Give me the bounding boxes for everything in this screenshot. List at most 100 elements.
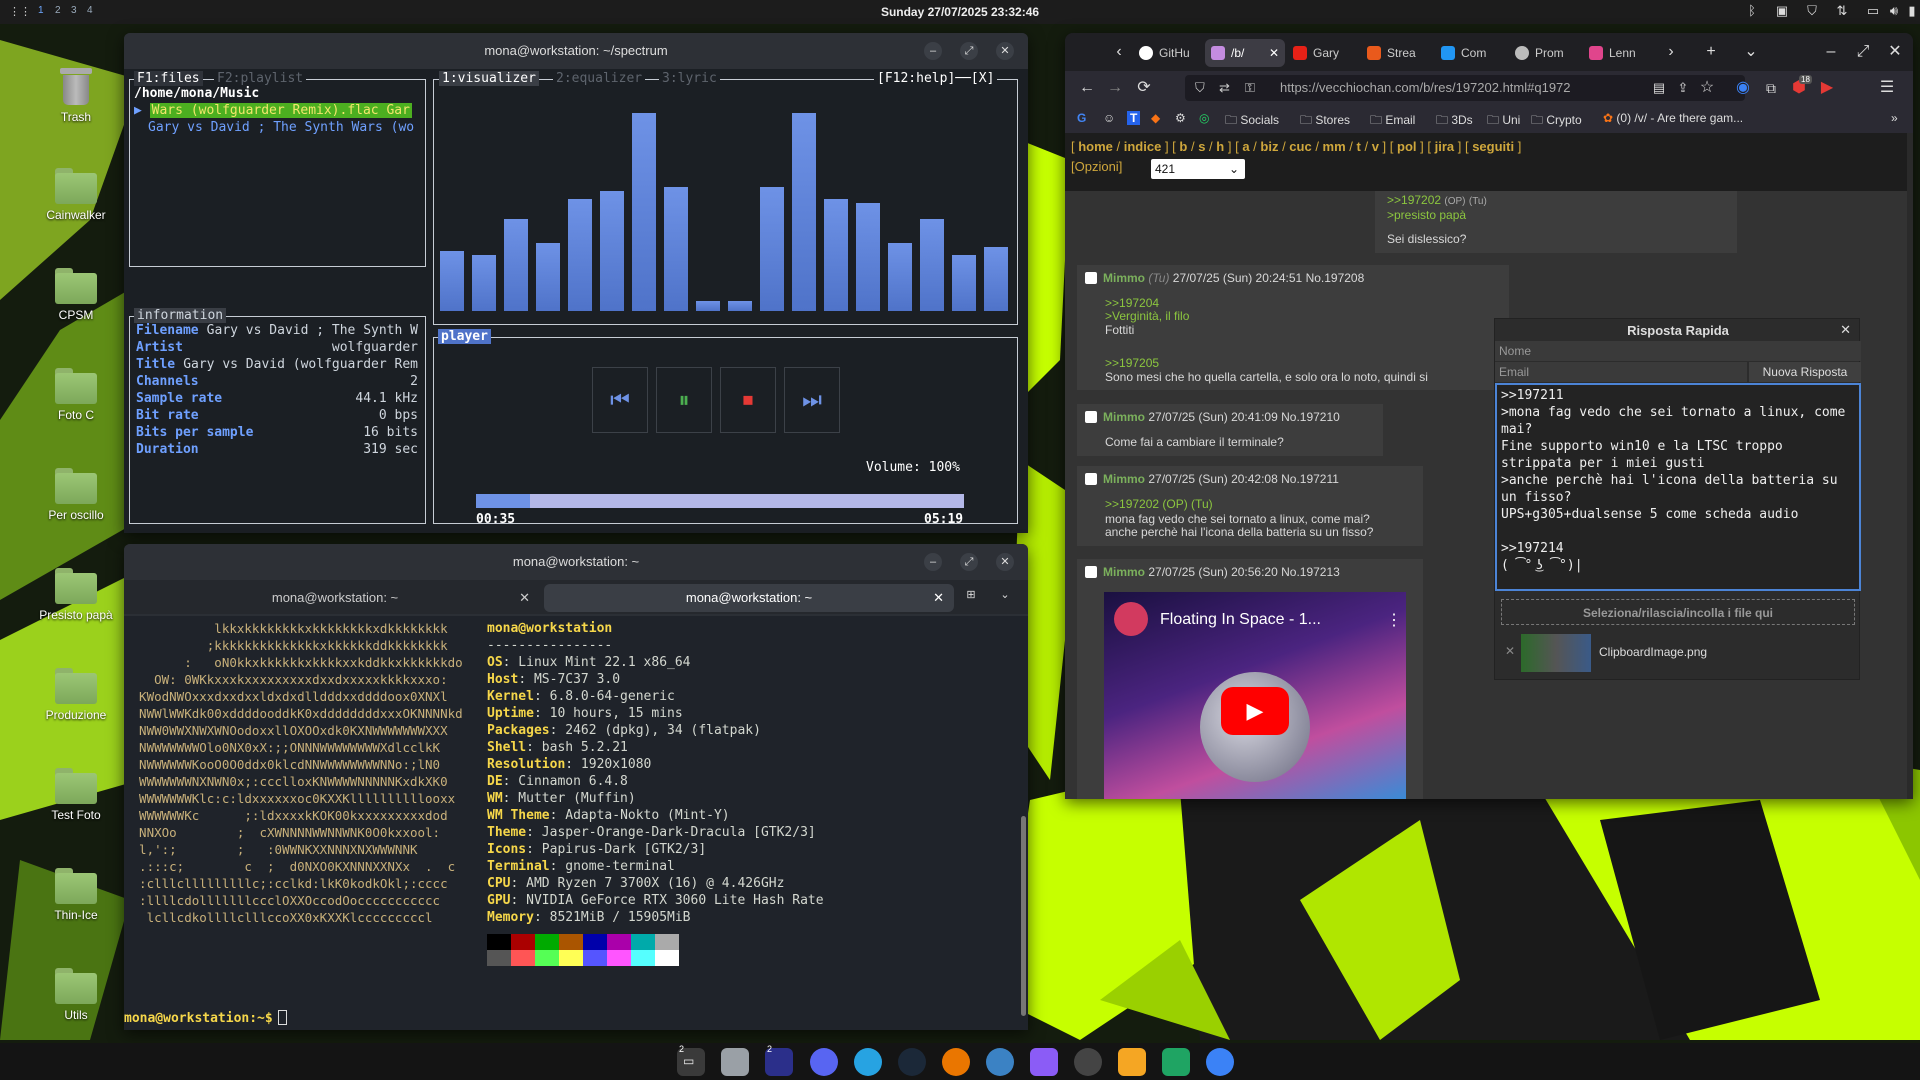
submit-button[interactable]: Nuova Risposta <box>1749 362 1861 382</box>
more-options-icon[interactable]: ⋮ <box>1386 610 1402 630</box>
post-checkbox[interactable] <box>1085 411 1097 423</box>
desktop-icon-folder[interactable]: CPSM <box>30 268 122 322</box>
previous-button[interactable]: ⏮ <box>592 367 648 433</box>
browser-tab[interactable]: GitHu <box>1133 39 1201 67</box>
google-icon[interactable]: G <box>1077 111 1086 125</box>
desktop-icon-folder[interactable]: Per oscillo <box>30 468 122 522</box>
desktop-icon-folder[interactable]: Produzione <box>30 668 122 722</box>
menu-icon[interactable]: ☰ <box>1877 78 1897 98</box>
spectrum-launcher-icon[interactable]: 2 <box>765 1044 793 1076</box>
restore-icon[interactable]: ⤢ <box>1853 42 1873 62</box>
steam-icon[interactable] <box>898 1048 926 1076</box>
telegram-icon[interactable] <box>854 1048 882 1076</box>
bluetooth-icon[interactable]: ᛒ <box>1744 3 1760 19</box>
spreadsheet-icon[interactable] <box>1162 1048 1190 1076</box>
browser-tab[interactable]: Lenn <box>1583 39 1653 67</box>
next-button[interactable]: ⏭ <box>784 367 840 433</box>
terminal-tab[interactable]: mona@workstation: ~ ✕ <box>130 584 540 612</box>
extensions-icon[interactable]: ⧉ <box>1761 78 1781 98</box>
file-item[interactable]: Gary vs David ; The Synth Wars (wo <box>148 120 424 135</box>
board-link[interactable]: a <box>1242 139 1249 154</box>
clock[interactable]: Sunday 27/07/2025 23:32:46 <box>0 5 1920 19</box>
board-link[interactable]: cuc <box>1289 139 1311 154</box>
help-hint[interactable]: [F12:help]──[X] <box>874 71 998 86</box>
board-link[interactable]: mm <box>1323 139 1346 154</box>
name-field[interactable]: Nome <box>1495 341 1861 361</box>
tab-menu-button[interactable]: ⌄ <box>996 586 1014 604</box>
board-link[interactable]: indice <box>1124 139 1162 154</box>
desktop-icon-folder[interactable]: Test Foto <box>30 768 122 822</box>
post-checkbox[interactable] <box>1085 473 1097 485</box>
desktop-icon-folder[interactable]: Foto C <box>30 368 122 422</box>
page-scrollbar[interactable] <box>1907 133 1913 799</box>
video-embed[interactable]: Floating In Space - 1... ⋮ ▶ <box>1104 592 1406 799</box>
play-button[interactable]: ▶ <box>1221 687 1289 735</box>
terminal-launcher-icon[interactable]: 2 ▭ <box>677 1044 705 1076</box>
close-button[interactable]: ✕ <box>996 42 1014 60</box>
desktop-icon-trash[interactable]: Trash <box>30 66 122 124</box>
t-icon[interactable]: T <box>1127 111 1141 125</box>
close-icon[interactable]: ✕ <box>1840 322 1851 338</box>
scrollbar[interactable] <box>1021 816 1026 1016</box>
browser-tab-active[interactable]: /b/ ✕ <box>1205 39 1285 67</box>
tab-files[interactable]: F1:files <box>134 71 203 86</box>
close-window-icon[interactable]: ✕ <box>1885 42 1905 62</box>
bookmark-folder-stores[interactable]: 🗀︎ Stores <box>1300 111 1350 132</box>
pause-button[interactable]: ⏸ <box>656 367 712 433</box>
save-icon[interactable] <box>1030 1048 1058 1076</box>
post-quote[interactable]: >>197202 (OP) (Tu) <box>1105 497 1213 511</box>
clipboard-icon[interactable]: ▣ <box>1774 3 1790 19</box>
board-link[interactable]: biz <box>1260 139 1278 154</box>
post-quote[interactable]: >>197204 <box>1105 296 1159 310</box>
close-tab-icon[interactable]: ✕ <box>933 584 944 612</box>
back-icon[interactable]: ← <box>1077 78 1097 98</box>
maximize-button[interactable]: ⤢ <box>960 42 978 60</box>
page-select[interactable]: 421 ⌄ <box>1151 159 1245 179</box>
minimize-icon[interactable]: – <box>1821 42 1841 62</box>
email-field[interactable]: Email <box>1495 362 1747 382</box>
battery-icon[interactable]: ▮ <box>1906 3 1918 19</box>
new-tab-icon[interactable]: + <box>1701 42 1721 62</box>
tab-playlist[interactable]: F2:playlist <box>214 71 307 86</box>
new-tab-button[interactable]: ⊞ <box>962 586 980 604</box>
tab-equalizer[interactable]: 2:equalizer <box>553 71 646 86</box>
attachment-item[interactable]: ✕ ClipboardImage.png <box>1501 631 1855 675</box>
progress-track[interactable] <box>476 494 964 508</box>
bookmark-folder-3ds[interactable]: 🗀︎ 3Ds <box>1436 111 1473 132</box>
board-link[interactable]: pol <box>1397 139 1417 154</box>
minimize-button[interactable]: – <box>924 553 942 571</box>
post-checkbox[interactable] <box>1085 566 1097 578</box>
blender-icon[interactable] <box>942 1048 970 1076</box>
reader-icon[interactable]: ▤ <box>1649 78 1669 98</box>
share-icon[interactable]: ⇪ <box>1673 78 1693 98</box>
desktop-icon-folder[interactable]: Presisto papà <box>30 568 122 622</box>
file-item-selected[interactable]: ▶ Wars (wolfguarder Remix).flac Gar <box>134 103 424 120</box>
bookmark-folder-uni[interactable]: 🗀︎ Uni <box>1487 111 1520 132</box>
bookmark-folder-crypto[interactable]: 🗀︎ Crypto <box>1531 111 1582 132</box>
close-button[interactable]: ✕ <box>996 553 1014 571</box>
desktop-icon-folder[interactable]: Thin-Ice <box>30 868 122 922</box>
post-checkbox[interactable] <box>1085 272 1097 284</box>
stop-button[interactable]: ⏹ <box>720 367 776 433</box>
youtube-ext-icon[interactable]: ▶ <box>1817 78 1837 98</box>
close-tab-icon[interactable]: ✕ <box>519 584 530 612</box>
volume-level[interactable]: Volume: 100% <box>866 460 960 475</box>
board-link[interactable]: v <box>1372 139 1379 154</box>
terminal-tab-active[interactable]: mona@workstation: ~ ✕ <box>544 584 954 612</box>
shield-icon[interactable]: ⛉ <box>1804 3 1820 19</box>
desktop-icon-folder[interactable]: Cainwalker <box>30 168 122 222</box>
post-backlink[interactable]: >>197202 (OP) (Tu) <box>1387 193 1487 207</box>
tab-lyric[interactable]: 3:lyric <box>659 71 720 86</box>
window-titlebar[interactable]: mona@workstation: ~ – ⤢ ✕ <box>124 544 1028 580</box>
volume-icon[interactable]: 🔊︎ <box>1886 3 1902 19</box>
bookmark-folder-socials[interactable]: 🗀︎ Socials <box>1225 111 1279 132</box>
maximize-button[interactable]: ⤢ <box>960 553 978 571</box>
terminal-output[interactable]: lkkxkkkkkkkkxkkkkkkkkxdkkkkkkkk ;kkkkkkk… <box>124 616 1028 1030</box>
display-icon[interactable]: ▭ <box>1865 3 1881 19</box>
browser-tab[interactable]: Strea <box>1361 39 1431 67</box>
whatsapp-icon[interactable]: ◎ <box>1199 111 1209 125</box>
remove-attachment-icon[interactable]: ✕ <box>1505 644 1515 658</box>
tab-visualizer[interactable]: 1:visualizer <box>439 71 539 86</box>
network-icon[interactable]: ⇅ <box>1834 3 1850 19</box>
qbittorrent-icon[interactable] <box>986 1048 1014 1076</box>
